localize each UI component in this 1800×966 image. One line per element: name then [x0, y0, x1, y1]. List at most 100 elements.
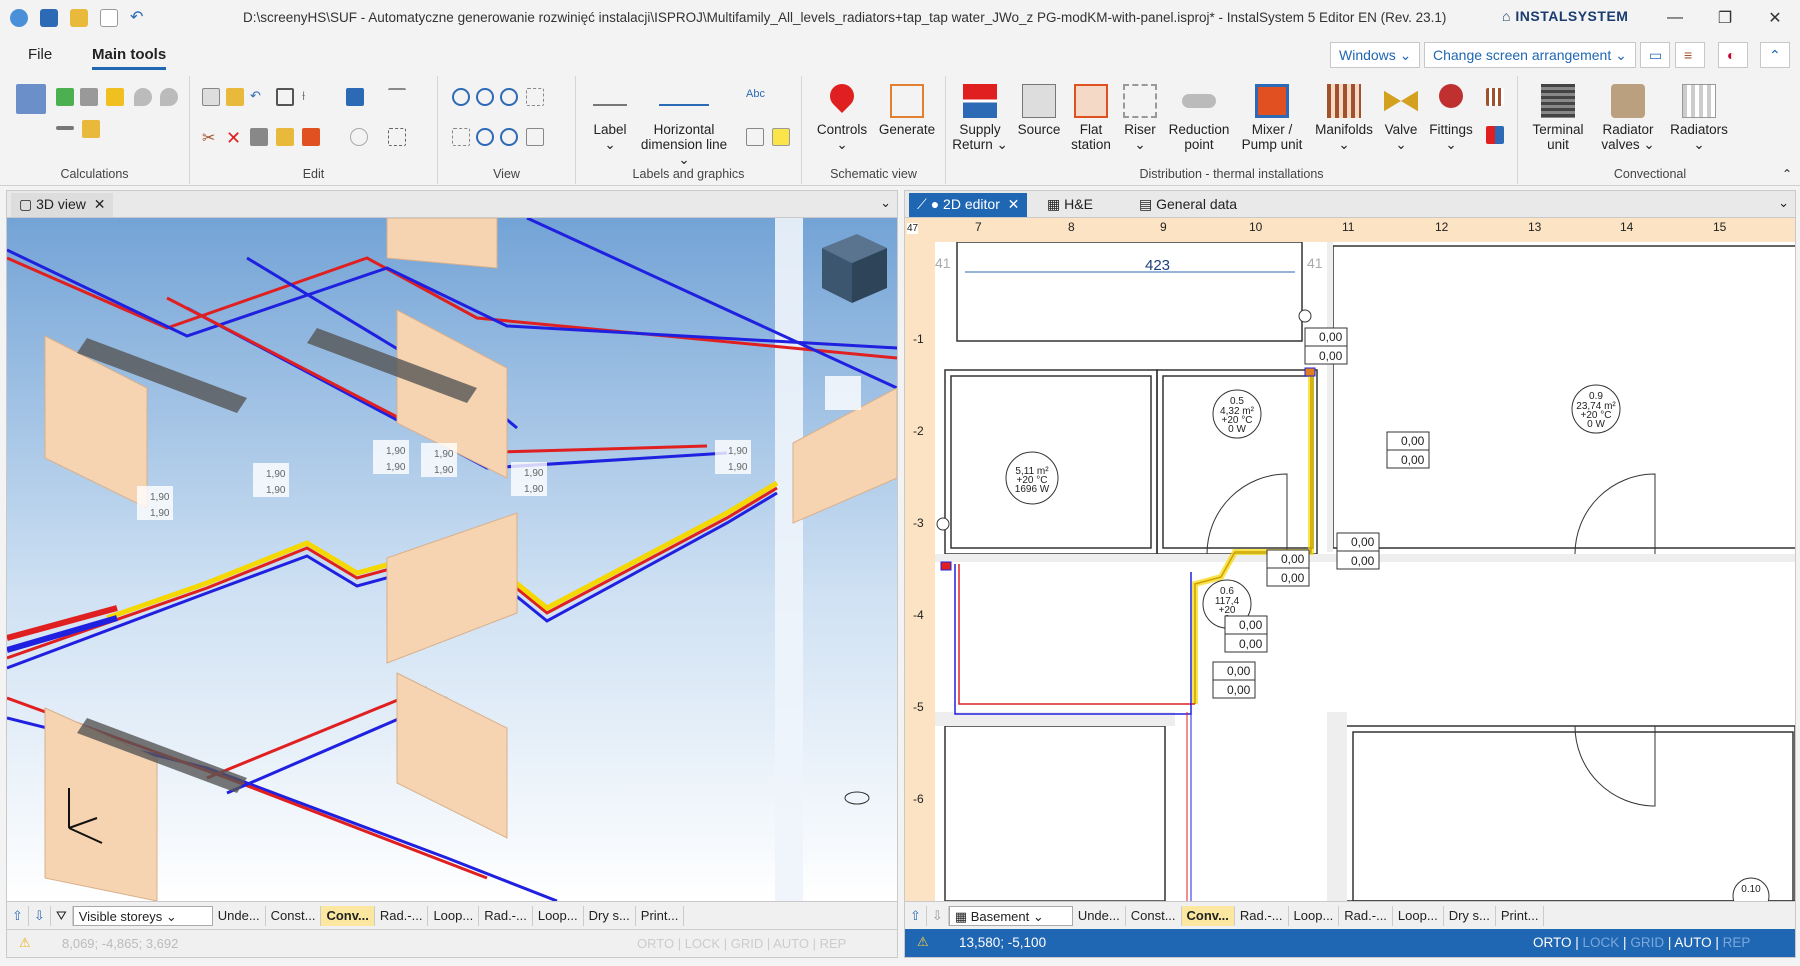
bottom-tab[interactable]: Loop...: [1289, 905, 1340, 926]
minimize-button[interactable]: —: [1650, 0, 1700, 36]
source-button[interactable]: Source: [1012, 84, 1066, 137]
bottom-tab[interactable]: Rad.-...: [1235, 905, 1289, 926]
radiator-valves-button[interactable]: Radiator valves ⌄: [1594, 84, 1662, 152]
monitor-icon[interactable]: ▭: [1640, 42, 1670, 68]
tab-3d-view[interactable]: ▢ 3D view ✕: [11, 193, 114, 217]
view-copy-icon[interactable]: [526, 128, 544, 146]
flat-station-button[interactable]: Flat station: [1068, 84, 1114, 152]
maximize-button[interactable]: ❐: [1700, 0, 1750, 36]
bottom-tab[interactable]: Loop...: [1393, 905, 1444, 926]
rep-flag[interactable]: REP: [1723, 935, 1751, 950]
edit-doc-icon[interactable]: [82, 120, 100, 138]
visible-storeys-dropdown[interactable]: Visible storeys ⌄: [72, 905, 213, 926]
windows-dropdown[interactable]: Windows ⌄: [1330, 42, 1421, 68]
drop-icon[interactable]: [134, 88, 152, 106]
bottom-tab[interactable]: Const...: [266, 905, 322, 926]
orto-flag[interactable]: ORTO: [1533, 935, 1572, 950]
supply-return-button[interactable]: Supply Return ⌄: [950, 84, 1010, 152]
fittings-button[interactable]: Fittings ⌄: [1424, 84, 1478, 152]
zoom-all-icon[interactable]: [526, 88, 544, 106]
zoom-prev-icon[interactable]: [476, 128, 494, 146]
gear-icon[interactable]: [106, 88, 124, 106]
value-box[interactable]: 0,00 0,00: [1212, 661, 1256, 699]
value-box[interactable]: 0,00 0,00: [1336, 532, 1380, 570]
controls-button[interactable]: Controls ⌄: [810, 79, 874, 152]
undo-edit-icon[interactable]: ↶: [250, 88, 268, 106]
drop2-icon[interactable]: [160, 88, 178, 106]
move-icon[interactable]: [346, 88, 364, 106]
manifolds-button[interactable]: Manifolds ⌄: [1310, 84, 1378, 152]
bottom-tab[interactable]: Loop...: [428, 905, 480, 926]
riser-button[interactable]: Riser ⌄: [1118, 84, 1162, 152]
3d-viewport[interactable]: 1,90 1,90 1,90 1,90 1,90 1,90 1,90 1,90 …: [7, 218, 897, 901]
delete-icon[interactable]: ✕: [226, 128, 244, 148]
cut-icon[interactable]: ✂: [202, 128, 220, 147]
bottom-tab[interactable]: Unde...: [213, 905, 266, 926]
mixer-pump-button[interactable]: Mixer / Pump unit: [1236, 84, 1308, 152]
calc-icon[interactable]: [56, 88, 74, 106]
bottom-tab[interactable]: Unde...: [1073, 905, 1126, 926]
down-icon[interactable]: ⇩: [927, 905, 949, 926]
close-button[interactable]: ✕: [1750, 0, 1800, 36]
zoom-next-icon[interactable]: [500, 128, 518, 146]
up-icon[interactable]: ⇧: [7, 905, 29, 926]
layers-icon[interactable]: ≡: [1675, 42, 1705, 68]
horizontal-dimension-button[interactable]: Horizontal dimension line ⌄: [636, 84, 732, 167]
bottom-tab[interactable]: Dry s...: [584, 905, 636, 926]
up-icon[interactable]: ⇧: [905, 905, 927, 926]
bottom-tab[interactable]: Conv...: [321, 905, 375, 926]
value-box[interactable]: 0,00 0,00: [1224, 615, 1268, 653]
bottom-tab[interactable]: Loop...: [533, 905, 584, 926]
help-icon[interactable]: ◐: [1718, 42, 1748, 68]
storey-dropdown[interactable]: ▦ Basement ⌄: [948, 905, 1073, 926]
value-box[interactable]: 0,00 0,00: [1304, 327, 1348, 365]
select-icon[interactable]: [388, 128, 406, 146]
snap-icon[interactable]: [350, 128, 368, 146]
array-icon[interactable]: [302, 128, 320, 146]
zoom-in-icon[interactable]: [452, 88, 470, 106]
align-icon[interactable]: [388, 88, 406, 106]
generate-button[interactable]: Generate: [874, 84, 940, 137]
bottom-tab[interactable]: Rad.-...: [479, 905, 533, 926]
menu-main-tools[interactable]: Main tools: [92, 46, 167, 70]
bottom-tab[interactable]: Const...: [1126, 905, 1182, 926]
building-icon[interactable]: [80, 88, 98, 106]
undo-icon[interactable]: ↶: [130, 9, 148, 27]
split-icon[interactable]: ⟊: [302, 88, 320, 106]
zoom-out-icon[interactable]: [476, 88, 494, 106]
radiators-button[interactable]: Radiators ⌄: [1664, 84, 1734, 152]
manifold-small-icon[interactable]: [1486, 88, 1504, 106]
open-icon[interactable]: [70, 9, 88, 27]
ribbon-collapse-icon[interactable]: ⌃: [1782, 167, 1792, 181]
view-select-icon[interactable]: [452, 128, 470, 146]
tab-menu-icon[interactable]: ⌄: [1778, 195, 1789, 211]
warning-icon[interactable]: ⚠: [19, 935, 31, 951]
bottom-tab[interactable]: Print...: [636, 905, 685, 926]
new-icon[interactable]: [100, 9, 118, 27]
save-icon[interactable]: [40, 9, 58, 27]
reduction-point-button[interactable]: Reduction point: [1164, 84, 1234, 152]
grid-flag[interactable]: GRID: [1630, 935, 1664, 950]
text-style-button[interactable]: Abc: [746, 88, 776, 106]
filter-icon[interactable]: ⛛: [51, 905, 73, 926]
label-button[interactable]: Label ⌄: [584, 84, 636, 152]
rotate-icon[interactable]: [250, 128, 268, 146]
value-box[interactable]: 0,00 0,00: [1266, 549, 1310, 587]
lock-flag[interactable]: LOCK: [1583, 935, 1620, 950]
connector-icon[interactable]: [1486, 126, 1504, 144]
mirror-icon[interactable]: [276, 128, 294, 146]
screen-arrangement-dropdown[interactable]: Change screen arrangement ⌄: [1424, 42, 1636, 68]
table-icon[interactable]: [746, 128, 764, 146]
app-icon[interactable]: [10, 9, 28, 27]
line-icon[interactable]: [56, 126, 74, 130]
warning-icon[interactable]: ⚠: [917, 934, 929, 950]
terminal-unit-button[interactable]: Terminal unit: [1524, 84, 1592, 152]
bottom-tab[interactable]: Rad.-...: [375, 905, 429, 926]
paste-icon[interactable]: [226, 88, 244, 106]
valve-button[interactable]: Valve ⌄: [1378, 84, 1424, 152]
frame-icon[interactable]: [276, 88, 294, 106]
tab-menu-icon[interactable]: ⌄: [880, 195, 891, 211]
bottom-tab[interactable]: Conv...: [1181, 905, 1235, 926]
auto-flag[interactable]: AUTO: [1674, 935, 1711, 950]
menu-file[interactable]: File: [28, 46, 52, 63]
